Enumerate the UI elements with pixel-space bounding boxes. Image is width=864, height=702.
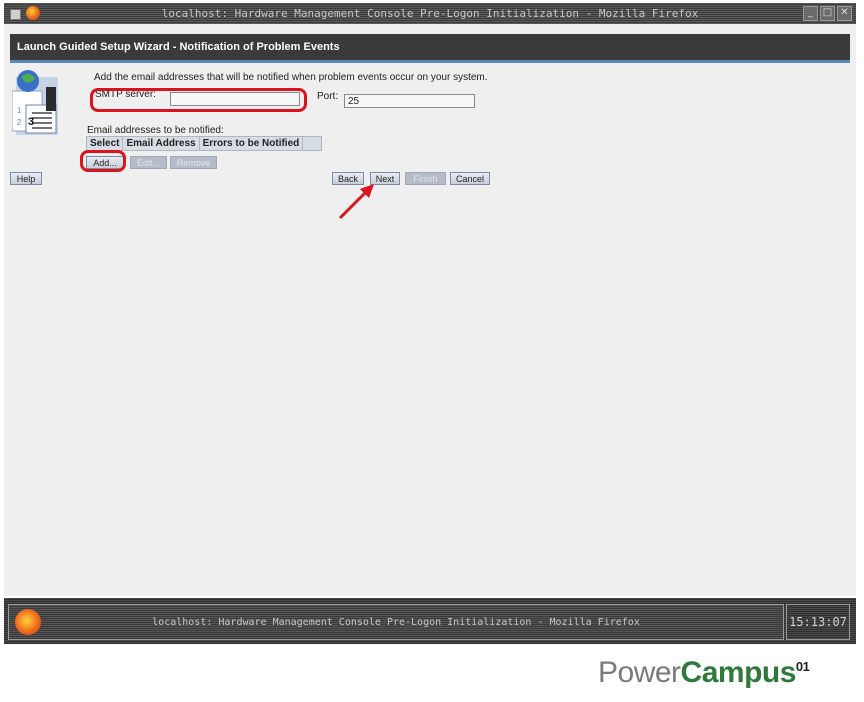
powercampus-logo: PowerCampus01 bbox=[598, 656, 810, 690]
remove-button[interactable]: Remove bbox=[170, 156, 217, 169]
clock: 15:13:07 bbox=[786, 604, 850, 640]
edit-button[interactable]: Edit... bbox=[130, 156, 167, 169]
wizard-title: Launch Guided Setup Wizard - Notificatio… bbox=[17, 41, 340, 53]
port-input[interactable] bbox=[344, 94, 475, 108]
maximize-icon[interactable]: □ bbox=[820, 6, 835, 21]
brand-part-2: Campus bbox=[680, 656, 797, 689]
taskbar-window-button[interactable]: localhost: Hardware Management Console P… bbox=[8, 604, 784, 640]
email-table: Select Email Address Errors to be Notifi… bbox=[85, 136, 323, 151]
email-list-label: Email addresses to be notified: bbox=[87, 125, 224, 136]
port-label: Port: bbox=[317, 91, 339, 102]
finish-button[interactable]: Finish bbox=[405, 172, 446, 185]
window-title: localhost: Hardware Management Console P… bbox=[161, 7, 699, 20]
help-button[interactable]: Help bbox=[10, 172, 42, 185]
taskbar-window-title: localhost: Hardware Management Console P… bbox=[152, 617, 640, 628]
cancel-button[interactable]: Cancel bbox=[450, 172, 490, 185]
svg-text:2: 2 bbox=[17, 118, 22, 127]
window-title-bar[interactable]: localhost: Hardware Management Console P… bbox=[4, 3, 856, 24]
wizard-description: Add the email addresses that will be not… bbox=[94, 72, 488, 83]
col-select[interactable]: Select bbox=[85, 136, 124, 151]
wizard-header: Launch Guided Setup Wizard - Notificatio… bbox=[10, 34, 850, 63]
svg-text:3: 3 bbox=[28, 116, 34, 128]
col-errors-notified[interactable]: Errors to be Notified bbox=[198, 136, 304, 151]
wizard-step-icon: 1 2 3 bbox=[12, 70, 58, 135]
brand-superscript: 01 bbox=[795, 659, 810, 674]
brand-part-1: Power bbox=[598, 656, 681, 689]
col-email-address[interactable]: Email Address bbox=[122, 136, 200, 151]
wizard-panel: Launch Guided Setup Wizard - Notificatio… bbox=[4, 24, 856, 596]
svg-text:1: 1 bbox=[17, 106, 22, 115]
next-pointer-arrow bbox=[338, 184, 374, 220]
add-button-highlight bbox=[80, 150, 126, 172]
minimize-icon[interactable]: _ bbox=[803, 6, 818, 21]
smtp-server-highlight bbox=[90, 88, 307, 112]
email-table-header: Select Email Address Errors to be Notifi… bbox=[85, 136, 323, 151]
col-filler bbox=[302, 136, 323, 151]
taskbar: localhost: Hardware Management Console P… bbox=[4, 598, 856, 644]
close-icon[interactable]: ✕ bbox=[837, 6, 852, 21]
